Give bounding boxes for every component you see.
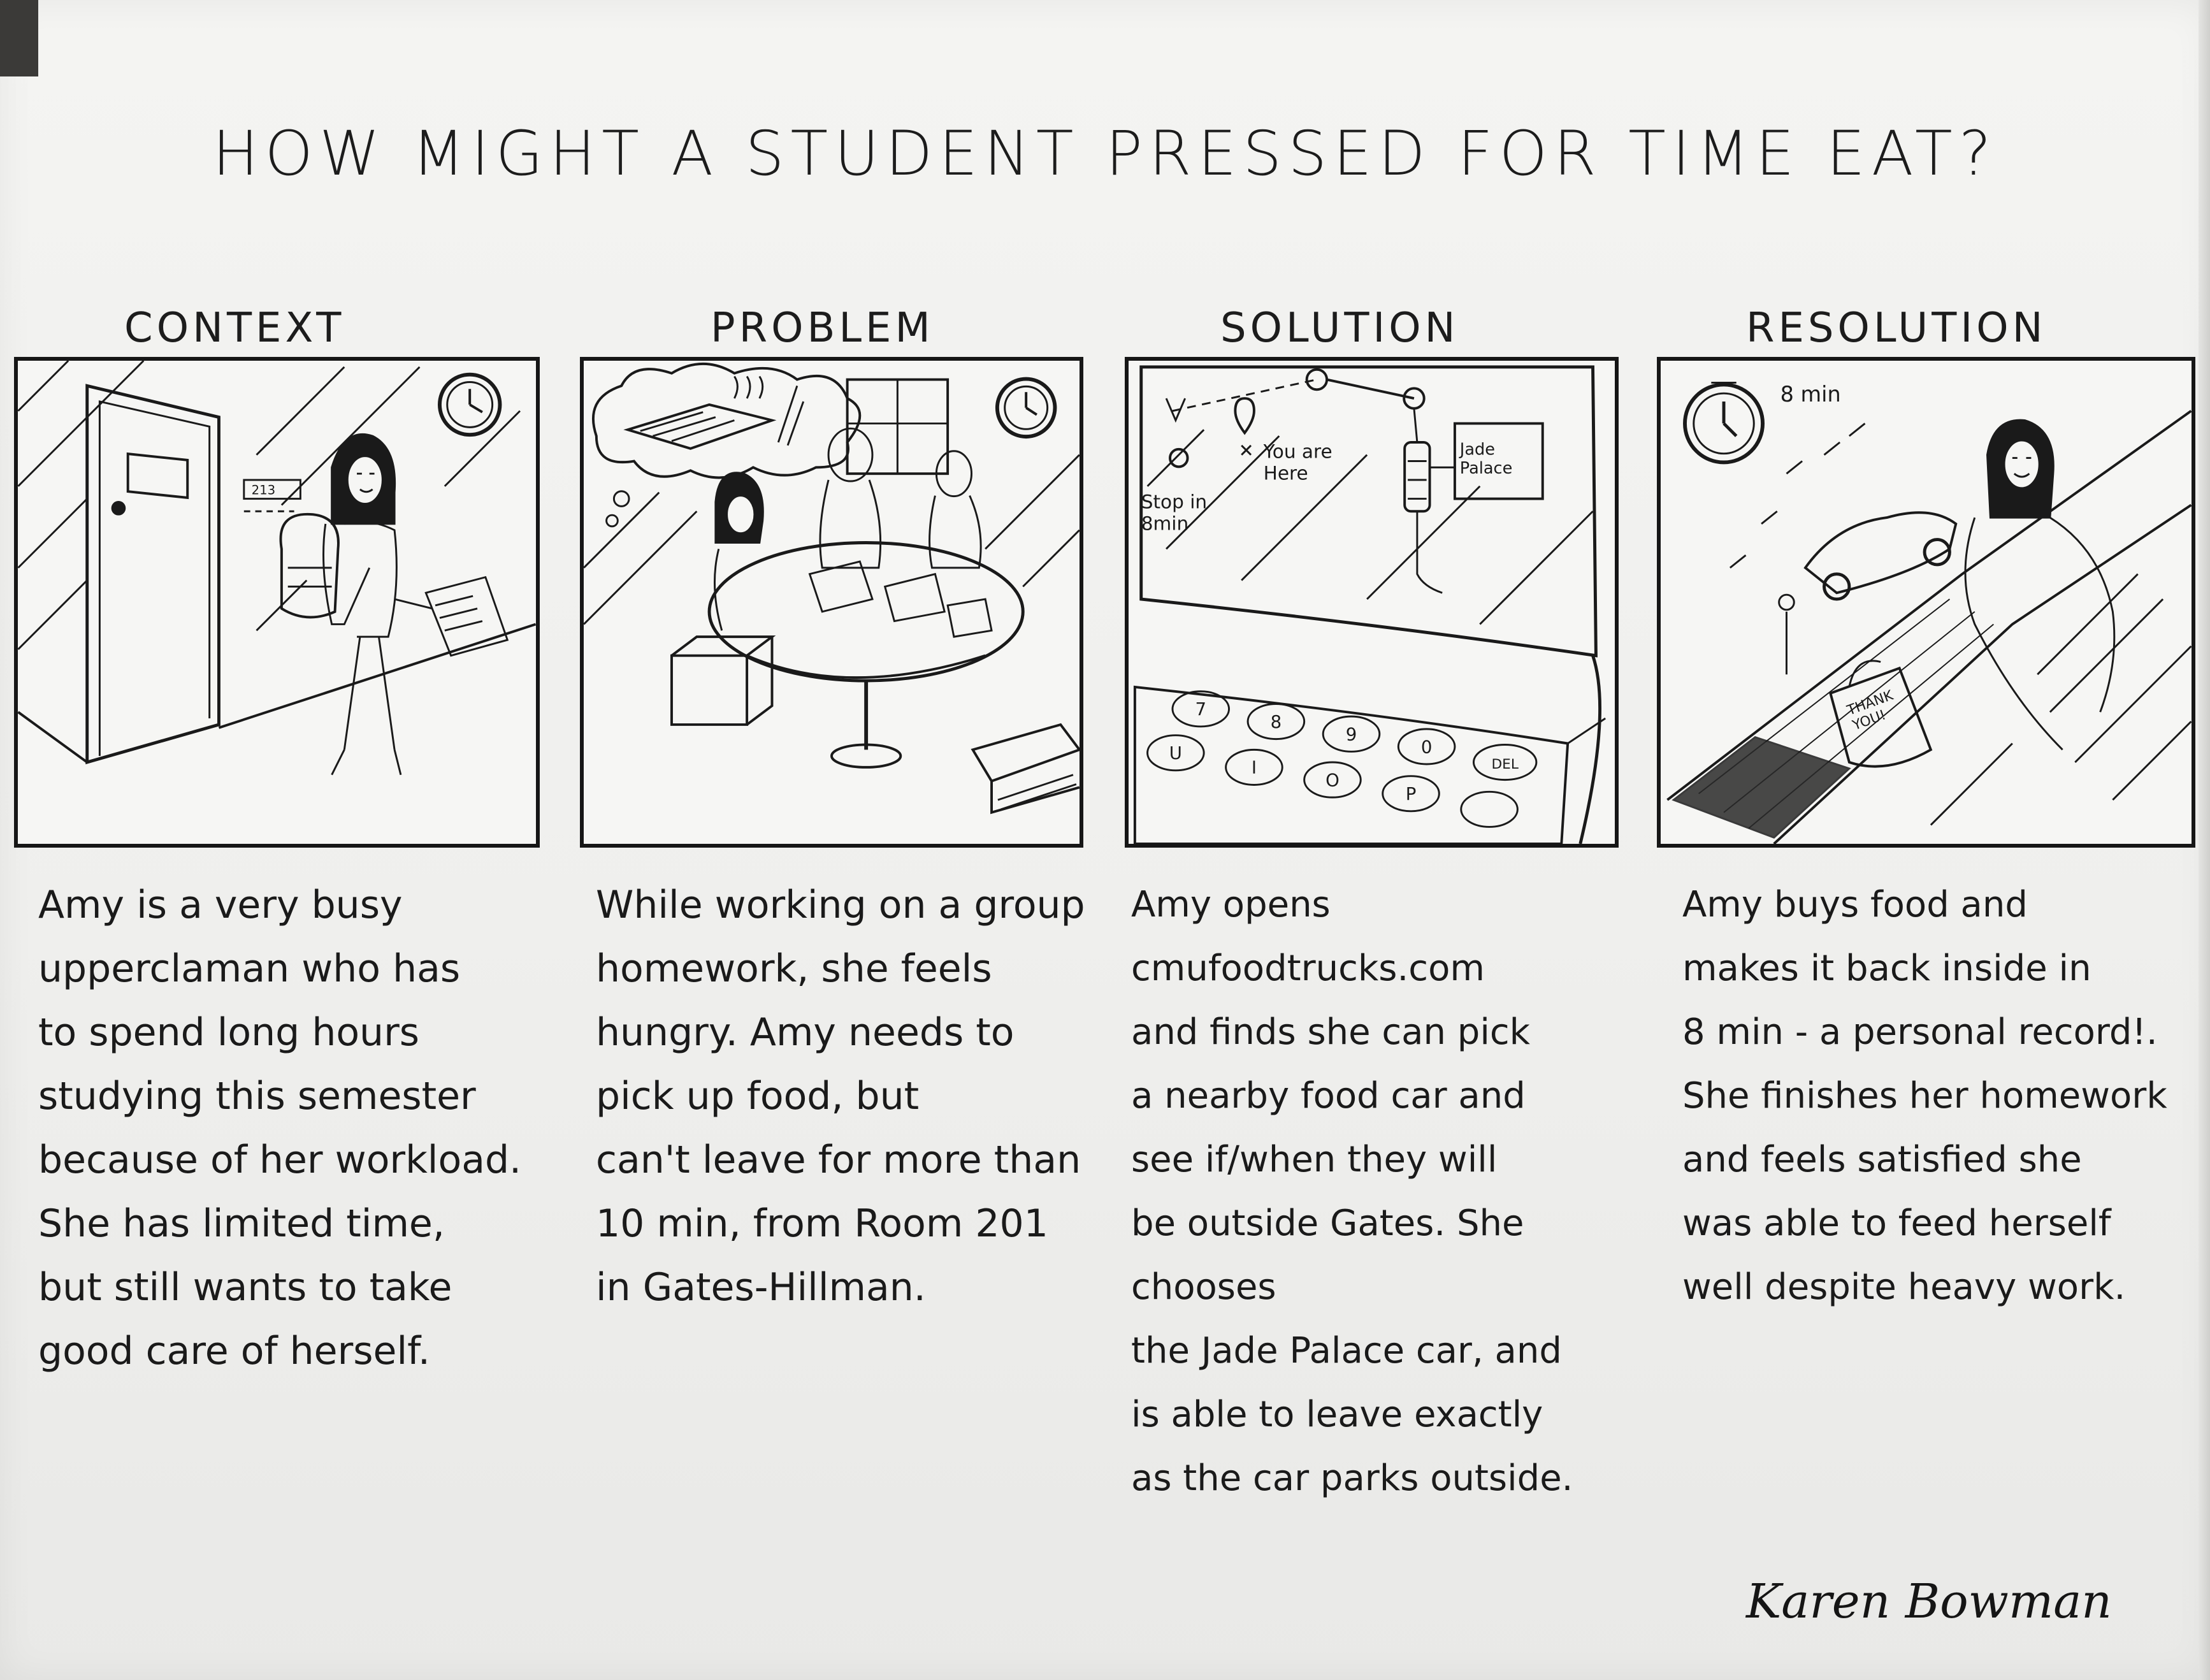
problem-sketch	[584, 363, 1080, 815]
key-i: I	[1252, 758, 1257, 778]
heading-resolution: RESOLUTION	[1746, 305, 2047, 352]
paper-edge	[2199, 0, 2210, 1680]
panel-solution: Stop in 8min You are Here Jade Palace 7 8 9…	[1125, 357, 1619, 848]
resolution-sketch: 8 min THANKYOU!	[1666, 381, 2192, 844]
panel-problem	[580, 357, 1083, 848]
author-signature: Karen Bowman	[1746, 1574, 2112, 1629]
map-you-are-here-label: You are Here	[1263, 441, 1332, 484]
map-destination-label: Jade Palace	[1459, 440, 1513, 478]
panel-context: 213	[14, 357, 540, 848]
caption-resolution: Amy buys food and makes it back inside i…	[1682, 884, 2167, 1308]
key-o: O	[1325, 770, 1340, 790]
room-number-label: 213	[252, 483, 276, 498]
heading-problem: PROBLEM	[711, 305, 934, 352]
timer-label: 8 min	[1780, 382, 1841, 407]
key-u: U	[1169, 743, 1182, 764]
storyboard-title: HOW MIGHT A STUDENT PRESSED FOR TIME EAT…	[212, 118, 1998, 189]
solution-sketch: Stop in 8min You are Here Jade Palace 7 8 9…	[1133, 365, 1607, 844]
key-9: 9	[1346, 725, 1357, 745]
context-sketch: 213	[18, 361, 536, 776]
panel-resolution: 8 min THANKYOU!	[1657, 357, 2195, 848]
key-7: 7	[1195, 699, 1206, 720]
heading-context: CONTEXT	[124, 305, 345, 352]
map-stop-label: Stop in 8min	[1141, 491, 1207, 534]
table-corner	[0, 0, 38, 76]
key-p: P	[1406, 784, 1417, 804]
key-8: 8	[1271, 712, 1282, 732]
key-0: 0	[1421, 737, 1433, 757]
caption-context: Amy is a very busy upperclaman who has t…	[38, 883, 522, 1373]
bag-text: THANKYOU!	[1844, 688, 1901, 734]
caption-solution: Amy opens cmufoodtrucks.com and finds sh…	[1131, 884, 1573, 1499]
key-del: DEL	[1491, 757, 1518, 772]
heading-solution: SOLUTION	[1220, 305, 1459, 352]
caption-problem: While working on a group homework, she f…	[596, 883, 1085, 1310]
